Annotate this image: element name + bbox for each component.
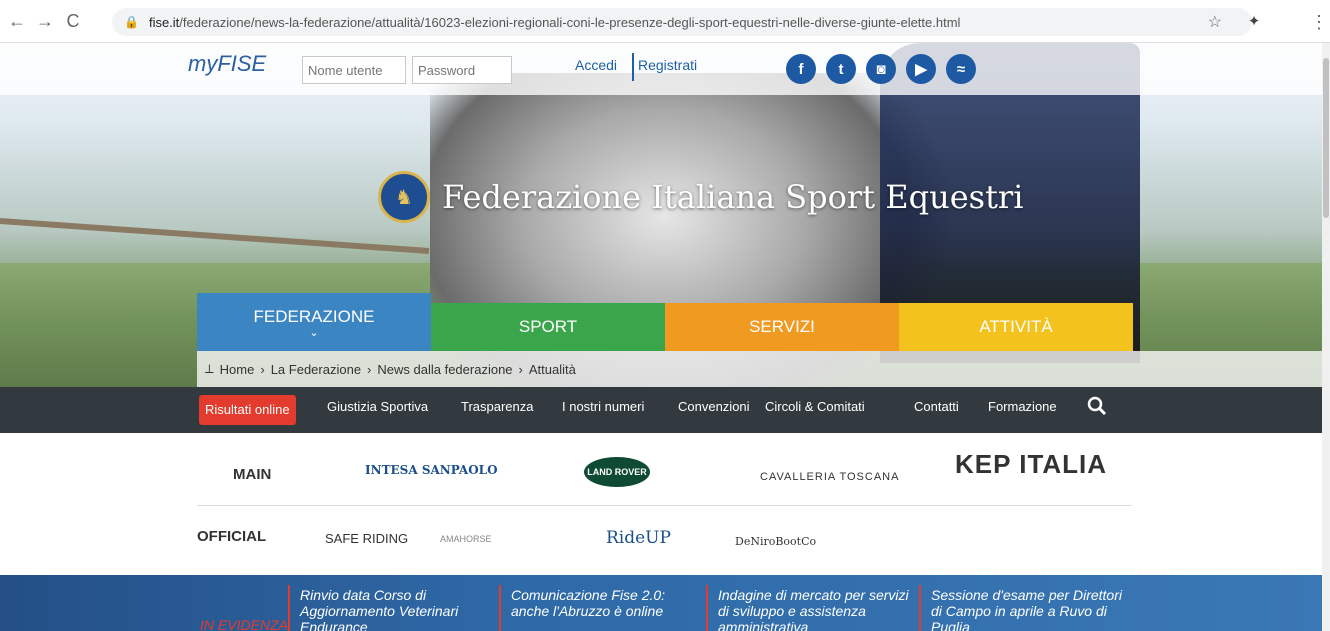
breadcrumb-news[interactable]: News dalla federazione: [377, 362, 512, 377]
news-divider: [288, 585, 290, 631]
news-divider: [919, 585, 921, 631]
subnav-circoli[interactable]: Circoli & Comitati: [765, 399, 865, 414]
secondary-nav: Risultati online Giustizia Sportiva Tras…: [0, 387, 1322, 433]
username-input[interactable]: [302, 56, 406, 84]
myfise-logo[interactable]: myFISE: [188, 51, 266, 77]
browser-toolbar: ← → C 🔒 fise.it /federazione/news-la-fed…: [0, 0, 1330, 43]
bookmark-star-icon[interactable]: ☆: [1208, 12, 1222, 32]
login-link[interactable]: Accedi: [575, 57, 617, 73]
breadcrumb: ⟂ Home › La Federazione › News dalla feder…: [197, 351, 1322, 387]
facebook-icon[interactable]: f: [786, 54, 816, 84]
youtube-icon[interactable]: ▶: [906, 54, 936, 84]
sponsor-kep[interactable]: KEP ITALIA: [955, 449, 1107, 480]
pin-icon: ⟂: [205, 361, 214, 376]
sponsor-intesa[interactable]: INTESA SANPAOLO: [365, 463, 498, 477]
sponsor-rideup[interactable]: RideUP: [606, 528, 671, 548]
breadcrumb-federazione[interactable]: La Federazione: [271, 362, 361, 377]
subnav-trasparenza[interactable]: Trasparenza: [461, 399, 534, 414]
news-item[interactable]: Indagine di mercato per servizi di svilu…: [718, 587, 913, 631]
news-divider: [706, 585, 708, 631]
chevron-down-icon: ⌄: [309, 326, 319, 339]
webpage: myFISE Accedi Registrati ft ◙ ▶ ≈ ♞ Federaz…: [0, 43, 1322, 631]
news-item[interactable]: Sessione d'esame per Direttori di Campo …: [931, 587, 1126, 631]
sponsor-deniro-boot[interactable]: DeNiroBootCo: [735, 535, 816, 548]
password-input[interactable]: [412, 56, 512, 84]
address-bar[interactable]: 🔒 fise.it /federazione/news-la-federazio…: [112, 8, 1252, 36]
rss-icon[interactable]: ≈: [946, 54, 976, 84]
breadcrumb-current: Attualità: [528, 361, 576, 377]
search-icon[interactable]: [1086, 395, 1108, 417]
results-online-button[interactable]: Risultati online: [199, 395, 296, 425]
subnav-giustizia[interactable]: Giustizia Sportiva: [327, 399, 428, 414]
subnav-contatti[interactable]: Contatti: [914, 399, 959, 414]
url-host: fise.it: [148, 14, 180, 30]
twitter-icon[interactable]: t: [826, 54, 856, 84]
sponsor-amahorse[interactable]: AMAHORSE: [440, 534, 492, 544]
hero-fence: [0, 218, 430, 254]
menu-tab-servizi[interactable]: SERVIZI: [665, 303, 899, 351]
menu-kebab-icon[interactable]: ⋮: [1310, 12, 1328, 33]
subnav-convenzioni[interactable]: Convenzioni: [678, 399, 750, 414]
login-divider: [632, 53, 634, 81]
subnav-numeri[interactable]: I nostri numeri: [562, 399, 644, 414]
forward-icon[interactable]: →: [34, 10, 56, 32]
scrollbar-thumb[interactable]: [1323, 58, 1329, 218]
extensions-icon[interactable]: ✦: [1245, 12, 1263, 30]
subnav-formazione[interactable]: Formazione: [988, 399, 1057, 414]
news-divider: [499, 585, 501, 631]
sponsor-cavalleria-toscana[interactable]: CAVALLERIA TOSCANA: [760, 471, 899, 483]
news-item[interactable]: Comunicazione Fise 2.0: anche l'Abruzzo …: [511, 587, 706, 619]
sponsor-official-label: OFFICIAL: [197, 528, 267, 545]
login-bar: myFISE Accedi Registrati ft ◙ ▶ ≈: [0, 43, 1322, 95]
url-path: /federazione/news-la-federazione/attuali…: [179, 14, 961, 30]
menu-tab-label: SERVIZI: [749, 317, 815, 336]
fise-logo[interactable]: ♞: [378, 171, 430, 223]
breadcrumb-home[interactable]: Home: [220, 362, 255, 377]
breadcrumb-separator: ›: [367, 361, 372, 377]
breadcrumb-separator: ›: [260, 361, 265, 377]
menu-tab-label: FEDERAZIONE: [253, 306, 375, 326]
breadcrumb-separator: ›: [518, 361, 523, 377]
reload-icon[interactable]: C: [62, 10, 84, 32]
sponsor-land-rover[interactable]: LAND ROVER: [584, 457, 650, 487]
instagram-icon[interactable]: ◙: [866, 54, 896, 84]
back-icon[interactable]: ←: [6, 10, 28, 32]
news-ticker: IN EVIDENZA Rinvio data Corso di Aggiorn…: [0, 575, 1322, 631]
news-item[interactable]: Rinvio data Corso di Aggiornamento Veter…: [300, 587, 495, 631]
lock-icon: 🔒: [124, 15, 139, 29]
sponsor-safe-riding[interactable]: SAFE RIDING: [325, 531, 408, 546]
menu-tab-label: ATTIVITÀ: [979, 317, 1053, 336]
sponsor-divider: [197, 505, 1132, 506]
menu-tab-sport[interactable]: SPORT: [431, 303, 665, 351]
site-header: ♞ Federazione Italiana Sport Equestri: [378, 171, 1023, 223]
menu-tab-attività[interactable]: ATTIVITÀ: [899, 303, 1133, 351]
register-link[interactable]: Registrati: [638, 57, 697, 73]
main-menu: FEDERAZIONE ⌄ SPORT SERVIZI ATTIVITÀ: [197, 293, 1133, 351]
news-label: IN EVIDENZA: [200, 617, 288, 631]
sponsor-main-label: MAIN: [233, 466, 272, 483]
site-title: Federazione Italiana Sport Equestri: [442, 178, 1024, 216]
scrollbar[interactable]: [1322, 43, 1330, 631]
menu-tab-label: SPORT: [518, 317, 578, 336]
menu-tab-federazione[interactable]: FEDERAZIONE ⌄: [197, 293, 431, 351]
